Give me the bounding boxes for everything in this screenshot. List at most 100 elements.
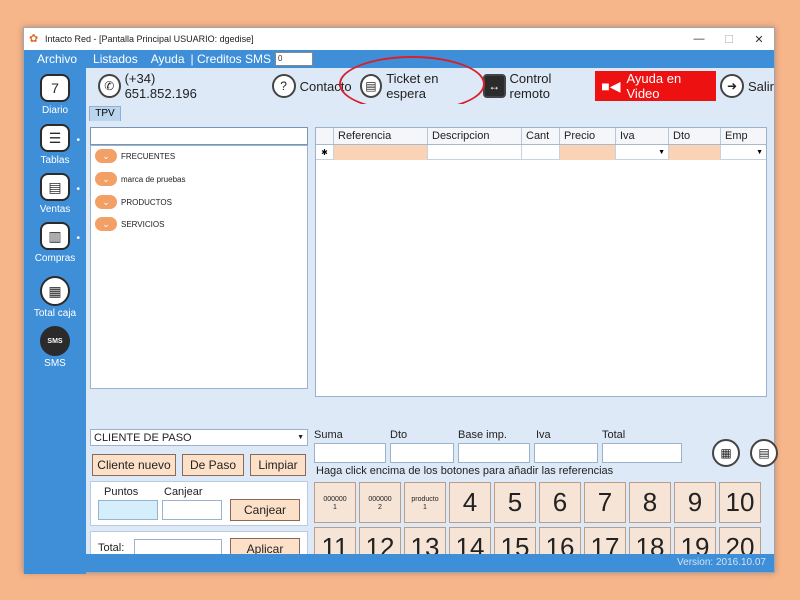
tab-tpv[interactable]: TPV [89,106,121,121]
puntos-field[interactable] [98,500,158,520]
dropdown-caret-icon[interactable]: ▼ [658,145,665,160]
limpiar-button[interactable]: Limpiar [250,454,306,476]
tree-item[interactable]: ⌄ SERVICIOS [95,217,164,231]
cell-cant[interactable] [522,145,560,160]
title-bar: ✿ Intacto Red - [Pantalla Principal USUA… [24,28,774,50]
dropdown-caret-icon[interactable]: ▼ [297,430,304,446]
window-title: Intacto Red - [Pantalla Principal USUARI… [45,34,254,44]
calculator-icon[interactable]: ▦ [712,439,740,467]
expand-chevron-icon[interactable]: ⌄ [95,217,117,231]
canjear-field[interactable] [162,500,222,520]
salir-label: Salir [748,78,775,94]
col-emp[interactable]: Emp [721,128,766,144]
ref-button[interactable]: 10 [719,482,761,523]
col-iva[interactable]: Iva [616,128,669,144]
version-label: Version: 2016.10.07 [677,557,766,568]
col-referencia[interactable]: Referencia [334,128,428,144]
tpv-panel: ⌄ FRECUENTES ⌄ marca de pruebas ⌄ PRODUC… [86,121,778,568]
submenu-dot-icon: • [76,135,80,146]
expand-chevron-icon[interactable]: ⌄ [95,172,117,186]
minimize-button[interactable]: — [684,33,714,46]
de-paso-button[interactable]: De Paso [182,454,244,476]
maximize-button[interactable]: ☐ [714,33,744,46]
sidebar-item-ventas[interactable]: ▤ • Ventas [24,173,86,215]
exit-arrow-icon: ➜ [720,74,744,98]
ayuda-video-button[interactable]: ■◀ Ayuda en Video [595,71,716,101]
suma-field[interactable] [314,443,386,463]
references-grid[interactable]: Referencia Descripcion Cant Precio Iva D… [315,127,767,397]
ref-num: 1 [423,503,427,511]
phone-contact[interactable]: ✆ (+34) 651.852.196 [98,71,224,101]
sidebar-item-total-caja[interactable]: ▦ Total caja [24,276,86,319]
close-button[interactable]: ✕ [744,33,774,46]
grid-corner [316,128,334,144]
base-imp-field[interactable] [458,443,530,463]
ref-code: producto [411,495,439,503]
col-dto[interactable]: Dto [669,128,721,144]
menu-archivo[interactable]: Archivo [37,52,77,66]
phone-number: (+34) 651.852.196 [124,71,197,101]
salir-button[interactable]: ➜ Salir [720,74,774,98]
sidebar-label: Tablas [40,155,70,166]
cell-precio[interactable] [560,145,616,160]
menu-ayuda[interactable]: Ayuda [151,52,185,66]
client-select-value: CLIENTE DE PASO [94,432,192,444]
cliente-nuevo-button[interactable]: Cliente nuevo [92,454,176,476]
canjear-button[interactable]: Canjear [230,499,300,521]
tree-item[interactable]: ⌄ marca de pruebas [95,172,185,186]
dropdown-caret-icon[interactable]: ▼ [756,145,763,160]
control-remoto-button[interactable]: ↔ Control remoto [482,71,589,101]
client-select[interactable]: CLIENTE DE PASO ▼ [90,429,308,446]
expand-chevron-icon[interactable]: ⌄ [95,149,117,163]
ref-button[interactable]: 9 [674,482,716,523]
expand-chevron-icon[interactable]: ⌄ [95,195,117,209]
ref-code: 000000 [323,495,347,503]
table-row[interactable]: ✱ ▼ ▼ [316,145,766,160]
ref-button[interactable]: 4 [449,482,491,523]
video-camera-icon: ■◀ [601,77,621,94]
total-field-sum[interactable] [602,443,682,463]
contacto-button[interactable]: ? Contacto [271,74,352,98]
ref-button[interactable]: 000000 2 [359,482,401,523]
remote-control-arrows-icon: ↔ [482,74,506,98]
print-document-icon[interactable]: ▤ [750,439,778,467]
sales-document-icon: ▤ [40,173,70,201]
submenu-dot-icon: • [76,233,80,244]
ticket-en-espera-button[interactable]: ▤ Ticket en espera [359,71,475,101]
contacto-label: Contacto [299,78,352,94]
sidebar-label: Diario [41,105,69,116]
sidebar-item-compras[interactable]: ▥ • Compras [24,222,86,264]
dto-field[interactable] [390,443,454,463]
col-cant[interactable]: Cant [522,128,560,144]
sidebar-item-diario[interactable]: 7 Diario [24,74,86,116]
search-input[interactable] [90,127,308,145]
ref-code: 000000 [368,495,392,503]
cell-emp[interactable]: ▼ [721,145,766,160]
ref-button[interactable]: 8 [629,482,671,523]
sms-credits-field[interactable]: 0 [275,52,314,66]
col-precio[interactable]: Precio [560,128,616,144]
col-descripcion[interactable]: Descripcion [428,128,522,144]
control-label: Control remoto [509,71,552,101]
cell-dto[interactable] [669,145,721,160]
tree-item[interactable]: ⌄ PRODUCTOS [95,195,172,209]
menu-bar: Archivo Listados Ayuda | Creditos SMS 0 [24,50,774,68]
sidebar-item-sms[interactable]: SMS SMS [24,326,86,369]
ref-button[interactable]: producto 1 [404,482,446,523]
app-window: ✿ Intacto Red - [Pantalla Principal USUA… [23,27,778,574]
tab-bar: TPV [86,104,774,121]
ref-button[interactable]: 5 [494,482,536,523]
cell-referencia[interactable] [334,145,428,160]
iva-field[interactable] [534,443,598,463]
sidebar-item-tablas[interactable]: ☰ • Tablas [24,124,86,166]
ref-button[interactable]: 000000 1 [314,482,356,523]
ticket-document-icon: ▤ [359,74,383,98]
ref-button[interactable]: 6 [539,482,581,523]
tree-item[interactable]: ⌄ FRECUENTES [95,149,175,163]
ref-button[interactable]: 7 [584,482,626,523]
cell-iva[interactable]: ▼ [616,145,669,160]
tree-item-label: marca de pruebas [121,174,186,184]
menu-listados[interactable]: Listados [93,52,138,66]
table-icon: ☰ [40,124,70,152]
cell-descripcion[interactable] [428,145,522,160]
